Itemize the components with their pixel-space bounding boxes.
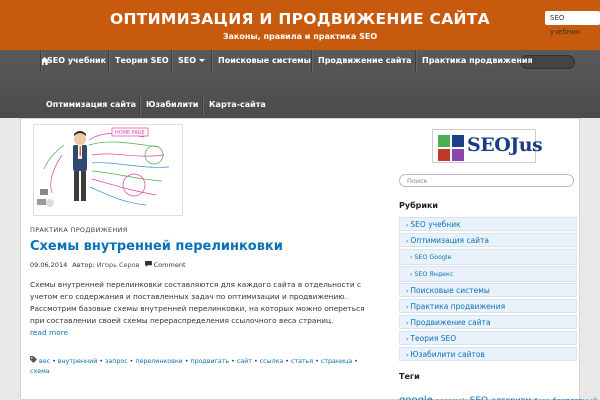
tag-separator: • — [50, 358, 58, 365]
tags-list: вес • внутренний • запрос • перелинковки… — [30, 358, 358, 375]
sidebar-rubric-item[interactable]: › Юзабилити сайтов — [399, 347, 577, 361]
sidebar-rubric-item[interactable]: › Теория SEO — [399, 331, 577, 345]
read-more-link[interactable]: read more — [30, 328, 68, 337]
tag-cloud: googlepagerankSEOалгоритмбазабесплатный — [399, 388, 600, 400]
sidebar-rubric-item[interactable]: › SEO учебник — [399, 217, 577, 231]
tagcloud-link[interactable]: алгоритм — [491, 396, 531, 400]
nav-item-label: Теория SEO — [115, 56, 169, 65]
tag-link[interactable]: страница — [321, 358, 352, 365]
tag-link[interactable]: ссылка — [260, 358, 284, 365]
chevron-right-icon: › — [406, 304, 409, 311]
nav-item-label: Юзабилити — [146, 100, 199, 109]
tag-link[interactable]: сайт — [237, 358, 252, 365]
tag-separator: • — [251, 358, 260, 365]
tag-separator: • — [283, 358, 291, 365]
nav-item-label: Карта-сайта — [209, 100, 266, 109]
site-description: Законы, правила и практика SEO — [222, 32, 378, 41]
rubrics-heading: Рубрики — [399, 201, 439, 210]
tagcloud-link[interactable]: google — [399, 395, 433, 400]
chevron-right-icon: › — [406, 222, 409, 229]
sidebar-search-input[interactable]: Поиск — [399, 174, 574, 187]
sidebar-rubric-item[interactable]: › Практика продвижения — [399, 299, 577, 313]
tag-icon — [30, 356, 39, 365]
nav-item-label: SEO учебник — [47, 56, 107, 65]
tag-separator: • — [97, 358, 106, 365]
tag-link[interactable]: запрос — [105, 358, 128, 365]
nav-item[interactable]: Оптимизация сайта — [40, 94, 142, 116]
thumbnail-label: HOME PAGE — [115, 130, 145, 136]
sidebar-search-placeholder: Поиск — [407, 177, 428, 185]
post-excerpt: Схемы внутренней перелинковки составляют… — [30, 279, 380, 339]
chevron-right-icon: › — [406, 336, 409, 343]
post-author[interactable]: Игорь Серов — [97, 261, 140, 269]
chevron-right-icon: › — [406, 238, 409, 245]
post-thumbnail[interactable]: HOME PAGE — [33, 124, 183, 216]
sidebar-rubric-label: Продвижение сайта — [410, 318, 491, 327]
sidebar-rubric-label: Поисковые системы — [410, 286, 490, 295]
comment-icon — [144, 261, 154, 269]
post-meta: 09.06.2014 Автор: Игорь Серов Comment — [30, 261, 186, 269]
tag-link[interactable]: схема — [30, 368, 50, 375]
sidebar-rubric-label: Практика продвижения — [410, 302, 506, 311]
tag-link[interactable]: перелинковки — [135, 358, 182, 365]
header-badge[interactable]: SEO учебник — [545, 11, 600, 36]
sidebar-rubric-item[interactable]: › SEO Яндекс — [399, 266, 577, 282]
chevron-right-icon: › — [406, 352, 409, 359]
nav-item[interactable]: SEO — [171, 50, 211, 72]
sidebar-rubric-item[interactable]: › SEO Google — [399, 249, 577, 265]
sidebar-rubric-item[interactable]: › Оптимизация сайта — [399, 233, 577, 247]
chevron-right-icon: › — [406, 320, 409, 327]
logo-text: SEOJus — [467, 134, 543, 156]
tag-separator: • — [352, 358, 358, 365]
site-header: ОПТИМИЗАЦИЯ И ПРОДВИЖЕНИЕ САЙТА Законы, … — [0, 0, 600, 50]
sidebar: SEOJus Поиск Рубрики › SEO учебник › Оптими… — [399, 119, 597, 400]
post-categories[interactable]: ПРАКТИКА ПРОДВИЖЕНИЯ — [30, 226, 128, 234]
sidebar-logo[interactable]: SEOJus — [432, 129, 543, 163]
tag-link[interactable]: вес — [39, 358, 50, 365]
tagcloud-link[interactable]: SEO — [470, 396, 488, 400]
chevron-right-icon: › — [410, 254, 413, 261]
chevron-right-icon: › — [406, 288, 409, 295]
sidebar-rubric-label: SEO Google — [414, 254, 452, 261]
author-label: Автор: — [72, 261, 95, 269]
nav-item[interactable]: Карта-сайта — [202, 94, 272, 116]
site-title[interactable]: ОПТИМИЗАЦИЯ И ПРОДВИЖЕНИЕ САЙТА — [0, 10, 600, 28]
comment-link[interactable]: Comment — [154, 261, 186, 269]
nav-item[interactable]: Поисковые системы — [211, 50, 317, 72]
chevron-right-icon: › — [410, 271, 413, 278]
tag-link[interactable]: внутренний — [58, 358, 98, 365]
nav-item[interactable]: Практика продвижения — [415, 50, 539, 72]
chevron-down-icon — [199, 59, 206, 62]
nav-item[interactable]: SEO учебник — [40, 50, 112, 72]
post-date: 09.06.2014 — [30, 261, 68, 269]
post-body-text: Схемы внутренней перелинковки составляют… — [30, 280, 365, 325]
nav-item-label: Поисковые системы — [218, 56, 311, 65]
tag-separator: • — [313, 358, 321, 365]
nav-item-label: Практика продвижения — [422, 56, 533, 65]
tag-link[interactable]: продвигать — [190, 358, 229, 365]
content-area: HOME PAGE ПРАКТИКА ПРОДВИЖЕНИЯ Схемы вну… — [20, 118, 597, 400]
sidebar-rubric-label: SEO учебник — [410, 220, 461, 229]
nav-item-label: Продвижение сайта — [318, 56, 412, 65]
sidebar-rubric-label: Оптимизация сайта — [410, 236, 490, 245]
sidebar-rubric-label: SEO Яндекс — [414, 271, 454, 278]
sidebar-rubric-label: Юзабилити сайтов — [410, 350, 485, 359]
nav-item-label: Оптимизация сайта — [46, 100, 136, 109]
main-nav: SEO учебник Теория SEO SEO Поисковые систем… — [0, 50, 600, 118]
post-tags: вес • внутренний • запрос • перелинковки… — [30, 356, 375, 377]
nav-item-label: SEO — [178, 56, 197, 65]
sidebar-rubric-item[interactable]: › Продвижение сайта — [399, 315, 577, 329]
tags-heading: Теги — [399, 372, 420, 381]
tag-separator: • — [229, 358, 237, 365]
nav-item[interactable]: Теория SEO — [108, 50, 175, 72]
sidebar-rubric-item[interactable]: › Поисковые системы — [399, 283, 577, 297]
sidebar-rubric-label: Теория SEO — [410, 334, 457, 343]
post-title[interactable]: Схемы внутренней перелинковки — [30, 239, 283, 254]
tag-link[interactable]: статья — [291, 358, 313, 365]
nav-item[interactable]: Юзабилити — [139, 94, 204, 116]
nav-item[interactable]: Продвижение сайта — [311, 50, 418, 72]
